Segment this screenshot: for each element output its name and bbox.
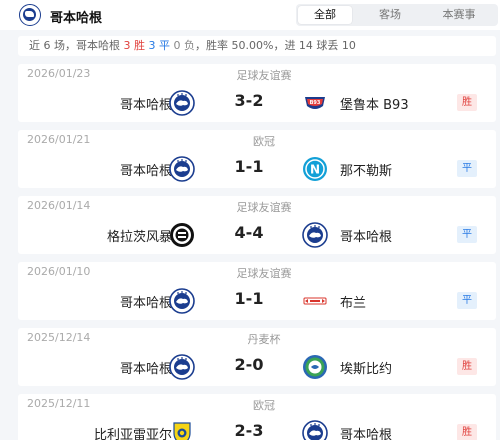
summary-rest: ，胜率 50.00%，进 14 球丢 10 [195,39,356,52]
away-team-name: 堡鲁本 B93 [340,98,409,113]
away-team-name: 埃斯比约 [340,362,393,377]
match-competition: 足球友谊赛 [236,267,292,280]
home-team-name: 哥本哈根 [119,362,172,377]
summary-team: 哥本哈根 [76,39,124,52]
home-team-name: 哥本哈根 [119,98,172,113]
match-score: 2-3 [234,421,264,440]
b93-logo-icon: B93 [302,90,328,116]
match-card[interactable]: 2026/01/14 足球友谊赛 格拉茨风暴 4-4 哥本哈根 平 [18,196,496,254]
brann-logo-icon [302,288,328,314]
napoli-logo-icon: N [302,156,328,182]
match-date: 2026/01/10 [27,265,91,278]
copenhagen-logo-icon [169,90,195,116]
home-team-name: 哥本哈根 [119,296,172,311]
tab-away[interactable]: 客场 [358,6,422,24]
summary-prefix: 近 6 场， [29,39,76,52]
match-card[interactable]: 2026/01/23 足球友谊赛 哥本哈根 3-2 B93 堡鲁本 B93 胜 [18,64,496,122]
result-badge: 胜 [457,358,477,375]
away-team-name: 哥本哈根 [340,230,393,245]
match-date: 2026/01/14 [27,199,91,212]
match-date: 2026/01/23 [27,67,91,80]
result-badge: 平 [457,226,477,243]
summary-wins: 3 胜 [123,39,149,52]
copenhagen-logo-icon [169,288,195,314]
match-score: 2-0 [234,355,264,374]
match-card[interactable]: 2026/01/21 欧冠 哥本哈根 1-1 N 那不勒斯 平 [18,130,496,188]
copenhagen-logo-icon [169,354,195,380]
filter-tabs: 全部 客场 本赛事 [296,4,498,26]
home-team-name: 比利亚雷亚尔 [93,428,172,440]
match-competition: 足球友谊赛 [236,69,292,82]
match-date: 2025/12/11 [27,397,91,410]
result-badge: 胜 [457,424,477,440]
svg-text:B93: B93 [310,100,321,106]
copenhagen-logo-icon [169,156,195,182]
match-competition: 丹麦杯 [247,333,281,346]
match-score: 3-2 [234,91,264,110]
match-competition: 足球友谊赛 [236,201,292,214]
page-title: 哥本哈根 [50,11,103,26]
away-team-name: 布兰 [340,296,367,311]
match-date: 2025/12/14 [27,331,91,344]
tab-all[interactable]: 全部 [298,6,352,24]
match-card[interactable]: 2025/12/14 丹麦杯 哥本哈根 2-0 埃斯比约 胜 [18,328,496,386]
home-team-name: 格拉茨风暴 [106,230,172,245]
match-score: 1-1 [234,157,264,176]
match-card[interactable]: 2025/12/11 欧冠 比利亚雷亚尔 2-3 哥本哈根 胜 [18,394,496,440]
result-badge: 胜 [457,94,477,111]
copenhagen-logo-icon [19,4,41,26]
page-header: 哥本哈根 全部 客场 本赛事 [0,0,500,30]
esbjerg-logo-icon [302,354,328,380]
match-competition: 欧冠 [253,135,275,148]
villarreal-logo-icon [169,420,195,440]
tab-this-competition[interactable]: 本赛事 [424,6,494,24]
result-badge: 平 [457,160,477,177]
match-score: 1-1 [234,289,264,308]
summary-draws: 3 平 [148,39,174,52]
summary-losses: 0 负 [173,39,196,52]
match-card[interactable]: 2026/01/10 足球友谊赛 哥本哈根 1-1 布兰 平 [18,262,496,320]
away-team-name: 哥本哈根 [340,428,393,440]
record-summary: 近 6 场，哥本哈根 3 胜 3 平 0 负，胜率 50.00%，进 14 球丢… [18,36,496,56]
match-score: 4-4 [234,223,264,242]
match-competition: 欧冠 [253,399,275,412]
home-team-name: 哥本哈根 [119,164,172,179]
match-date: 2026/01/21 [27,133,91,146]
copenhagen-logo-icon [302,420,328,440]
copenhagen-logo-icon [302,222,328,248]
sturm-graz-logo-icon [169,222,195,248]
away-team-name: 那不勒斯 [340,164,393,179]
result-badge: 平 [457,292,477,309]
svg-text:N: N [310,163,320,177]
